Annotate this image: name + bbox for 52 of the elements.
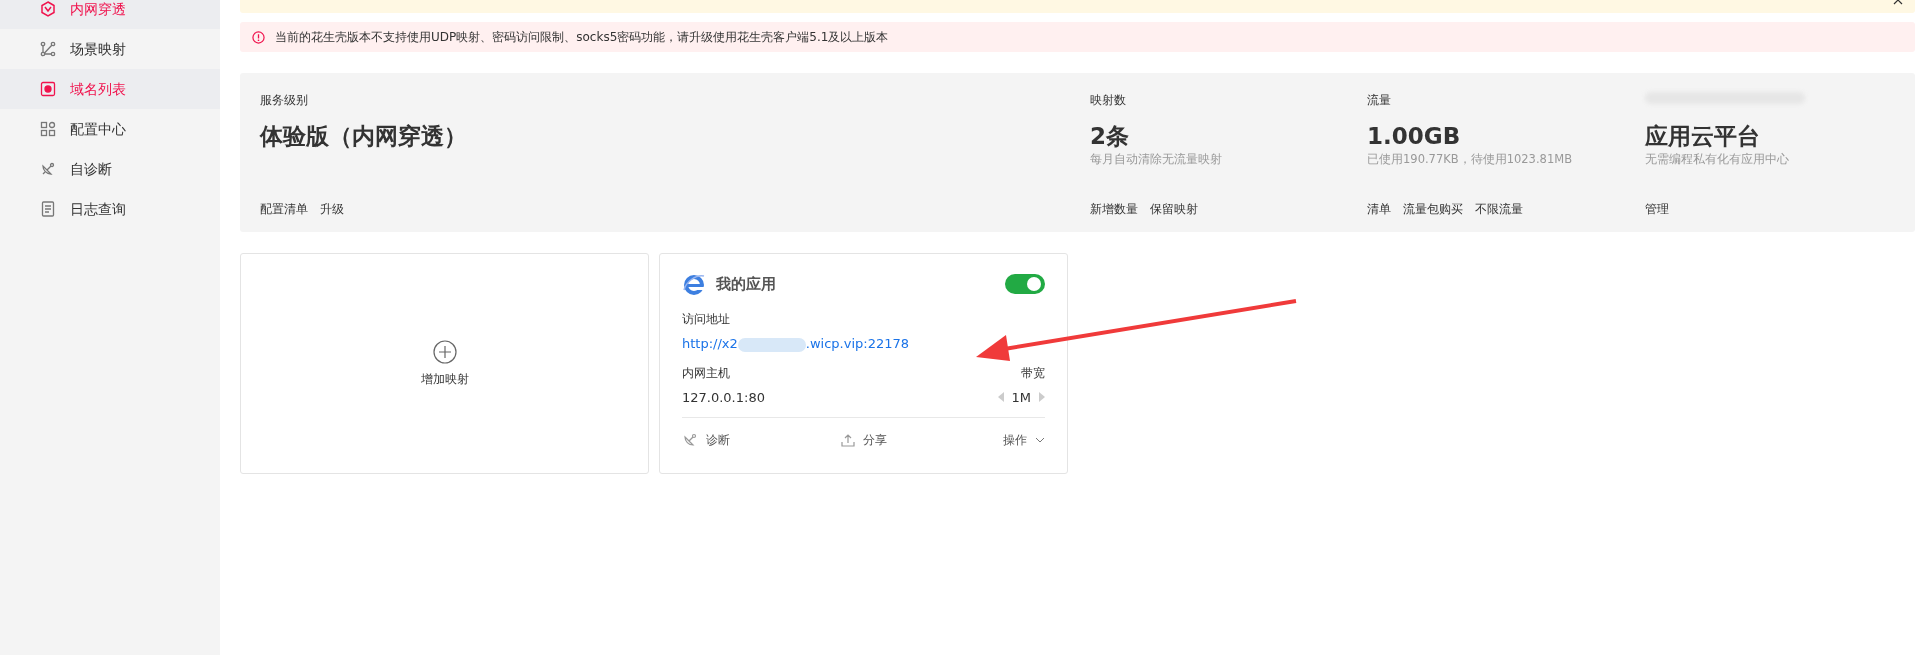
satellite-dish-icon [40,161,56,177]
address-link[interactable]: http://x2 .wicp.vip:22178 [682,334,909,354]
sidebar-item[interactable]: 内网穿透 [0,0,220,29]
app-name: 我的应用 [716,273,776,295]
sidebar-item[interactable]: 场景映射 [0,29,220,69]
browser-e-icon [682,272,706,296]
bandwidth-value: 1M [1011,388,1031,407]
stat-value: 2条 [1090,123,1130,151]
alert-icon [252,30,265,44]
stat-link[interactable]: 配置清单 [260,200,308,218]
stat-link[interactable]: 不限流量 [1475,200,1523,218]
add-mapping-label: 增加映射 [420,370,469,388]
share-button[interactable]: 分享 [803,430,924,449]
stat-link[interactable]: 流量包购买 [1403,200,1463,218]
toggle-switch[interactable] [1005,274,1045,294]
stat-link[interactable]: 新增数量 [1090,200,1138,218]
sidebar-item[interactable]: 日志查询 [0,189,220,229]
sidebar-item[interactable]: 域名列表 [0,69,220,109]
sidebar-item[interactable]: 配置中心 [0,109,220,149]
operations-button[interactable]: 操作 [924,430,1045,449]
field-label: 带宽 [1021,364,1045,382]
right-caret-icon[interactable] [1039,392,1045,403]
network-icon [40,1,56,17]
field-label: 内网主机 [682,364,730,382]
stat-note: 每月自动清除无流量映射 [1090,150,1223,168]
stat-note: 已使用190.77KB，待使用1023.81MB [1367,150,1574,168]
plus-icon [432,339,457,364]
field-label: 访问地址 [682,311,731,328]
stat-value: 1.00GB [1367,123,1462,151]
stat-link[interactable]: 升级 [320,200,344,218]
diagnose-button[interactable]: 诊断 [682,430,803,449]
host-value: 127.0.0.1:80 [682,388,765,407]
notice-text: 当前的花生壳版本不支持使用UDP映射、密码访问限制、socks5密码功能，请升级使用花生壳客户端5.1及以上版本 [275,29,889,46]
chevron-down-icon [1035,436,1045,443]
sidebar-item[interactable]: 自诊断 [0,149,220,189]
stat-note: 无需编程私有化有应用中心 [1645,150,1790,168]
add-mapping-card[interactable]: 增加映射 [240,253,649,474]
stat-label: 服务级别 [260,92,309,109]
grid-icon [40,121,56,137]
domain-icon [40,81,56,97]
stat-label: 流量 [1367,92,1392,109]
upload-icon [840,432,855,447]
stat-link[interactable]: 保留映射 [1150,200,1198,218]
document-icon [40,201,56,217]
stat-label: 映射数 [1090,92,1127,109]
left-caret-icon[interactable] [997,392,1004,403]
stat-link[interactable]: 清单 [1367,200,1391,218]
stat-link[interactable]: 管理 [1645,200,1669,218]
stat-value: 应用云平台 [1645,123,1761,151]
stat-value: 体验版（内网穿透） [260,123,468,151]
satellite-dish-icon [682,431,698,448]
branch-icon [40,41,56,57]
